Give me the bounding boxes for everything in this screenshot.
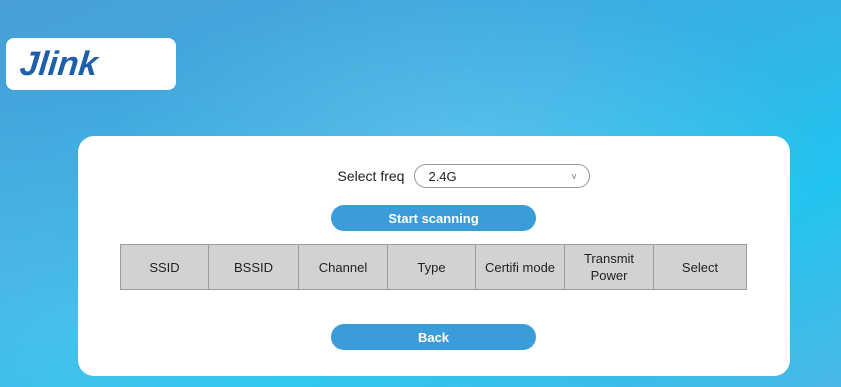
back-button[interactable]: Back [331, 324, 536, 350]
scan-panel: Select freq 2.4G ∨ Start scanning SSID B… [78, 136, 790, 376]
chevron-down-icon: ∨ [570, 170, 578, 181]
column-header-transmit-power: Transmit Power [564, 244, 654, 290]
logo-text: Jlink [18, 44, 100, 83]
transmit-power-label: Transmit Power [583, 251, 635, 283]
start-scanning-button[interactable]: Start scanning [331, 205, 536, 231]
column-header-certifi-mode: Certifi mode [475, 244, 565, 290]
column-header-ssid: SSID [120, 244, 209, 290]
freq-label: Select freq [337, 168, 405, 184]
logo: Jlink [6, 38, 176, 90]
freq-row: Select freq 2.4G ∨ [78, 164, 790, 188]
column-header-bssid: BSSID [208, 244, 299, 290]
column-header-channel: Channel [298, 244, 388, 290]
table-header-row: SSID BSSID Channel Type Certifi mode Tra… [120, 244, 747, 290]
freq-select[interactable]: 2.4G ∨ [414, 164, 591, 188]
column-header-select: Select [653, 244, 747, 290]
network-table: SSID BSSID Channel Type Certifi mode Tra… [120, 244, 747, 290]
freq-select-value: 2.4G [428, 168, 457, 184]
column-header-type: Type [387, 244, 476, 290]
